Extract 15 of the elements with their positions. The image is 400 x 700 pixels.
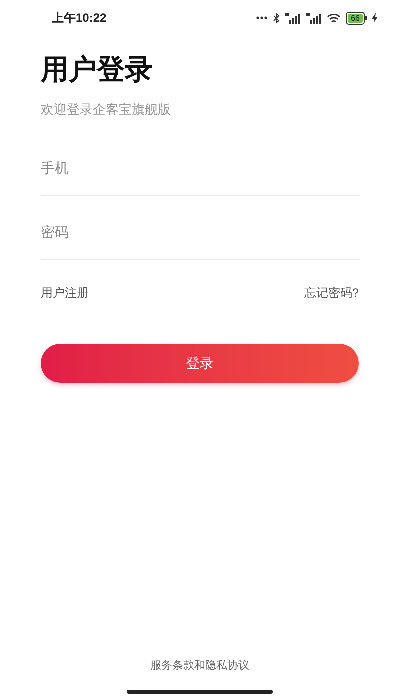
signal-icon <box>285 12 302 24</box>
signal-icon <box>306 12 322 24</box>
subtitle: 欢迎登录企客宝旗舰版 <box>41 101 172 119</box>
text-link[interactable]: 忘记密码? <box>304 284 359 302</box>
terms-link[interactable]: 服务条款和隐私协议 <box>150 658 250 674</box>
battery-level: 66 <box>348 14 363 22</box>
input-field[interactable]: 手机 <box>41 132 359 196</box>
wifi-icon <box>327 12 342 24</box>
login-button[interactable]: 登录 <box>41 344 359 382</box>
bluetooth-icon <box>273 12 280 24</box>
input-field[interactable]: 密码 <box>41 196 359 260</box>
more-dots-icon <box>256 16 268 20</box>
status-time: 上午10:22 <box>52 10 107 27</box>
text-link[interactable]: 用户注册 <box>41 284 89 302</box>
page-title: 用户登录 <box>41 53 154 87</box>
